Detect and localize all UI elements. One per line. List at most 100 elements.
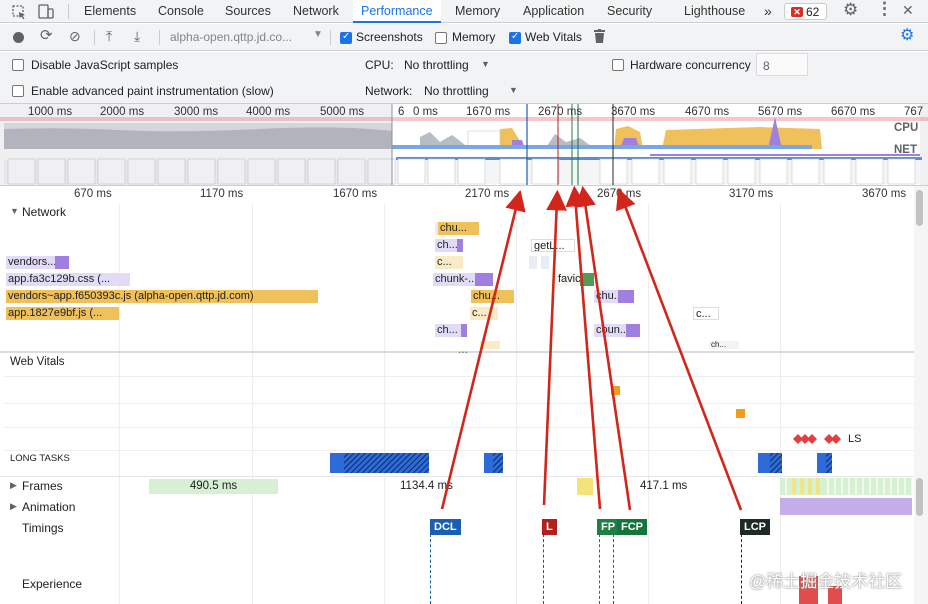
network-request[interactable]: [480, 341, 500, 349]
network-collapse-icon[interactable]: ▼: [10, 206, 19, 216]
animation-expand-icon[interactable]: ▶: [10, 501, 17, 512]
main-tick: 1670 ms: [333, 188, 378, 200]
timeline-overview[interactable]: 1000 ms 2000 ms 3000 ms 4000 ms 5000 ms …: [0, 104, 928, 186]
tab-console[interactable]: Console: [158, 0, 204, 23]
frame-time-label: 1134.4 ms: [400, 480, 453, 492]
memory-checkbox[interactable]: [435, 32, 447, 44]
tab-elements[interactable]: Elements: [84, 0, 136, 23]
scrollbar-thumb[interactable]: [916, 478, 923, 516]
network-request[interactable]: [541, 256, 549, 269]
fcp-vital-marker[interactable]: [611, 386, 620, 395]
animation-bar[interactable]: [780, 498, 912, 515]
screenshots-checkbox[interactable]: [340, 31, 352, 44]
chevron-down-icon: ▼: [481, 59, 490, 69]
tab-application[interactable]: Application: [523, 0, 584, 23]
frames-track-title: Frames: [22, 479, 63, 493]
layout-shift-markers[interactable]: [793, 432, 843, 446]
trash-icon[interactable]: [594, 29, 605, 45]
device-toolbar-icon[interactable]: [38, 4, 54, 21]
load-guide-line: [543, 534, 544, 604]
network-request[interactable]: chu...: [435, 222, 479, 235]
overview-tick: 5000 ms: [320, 106, 365, 118]
network-request[interactable]: app.1827e9bf.js (...: [6, 307, 119, 320]
error-counter[interactable]: ✕ 62: [784, 3, 827, 20]
tab-performance[interactable]: Performance: [353, 0, 441, 23]
reload-record-icon[interactable]: ⟳: [40, 28, 53, 43]
web-vitals-title: Web Vitals: [10, 356, 65, 368]
main-tick: 1170 ms: [200, 188, 244, 200]
more-options-icon[interactable]: ⋮: [876, 0, 893, 17]
animation-track-title: Animation: [22, 500, 76, 514]
network-request[interactable]: c...: [470, 307, 498, 320]
network-request[interactable]: ch...: [435, 239, 463, 252]
load-marker[interactable]: L: [542, 519, 557, 535]
disable-js-samples-checkbox[interactable]: [12, 59, 24, 71]
settings-gear-icon[interactable]: ⚙: [843, 1, 858, 18]
fp-marker[interactable]: FP: [597, 519, 620, 535]
hardware-concurrency-input[interactable]: 8: [756, 53, 808, 76]
network-request[interactable]: ch...: [435, 324, 467, 337]
frame-blocks[interactable]: [792, 478, 822, 495]
tab-lighthouse[interactable]: Lighthouse: [684, 0, 745, 23]
record-icon[interactable]: [13, 32, 24, 43]
inspect-element-icon[interactable]: [12, 5, 27, 22]
tab-network[interactable]: Network: [293, 0, 339, 23]
overview-tick: 3670 ms: [611, 106, 656, 118]
web-vitals-checkbox[interactable]: [509, 31, 521, 44]
lcp-marker[interactable]: LCP: [740, 519, 770, 535]
main-tick: 2670 ms: [597, 188, 642, 200]
tab-memory[interactable]: Memory: [455, 0, 500, 23]
splitter-handle[interactable]: ...: [458, 342, 468, 356]
main-tick: 2170 ms: [465, 188, 510, 200]
network-request[interactable]: ch...: [709, 341, 739, 349]
dcl-marker[interactable]: DCL: [430, 519, 461, 535]
network-request[interactable]: chu...: [471, 290, 514, 303]
lcp-guide-line: [741, 534, 742, 604]
track-divider: [0, 476, 914, 477]
network-request[interactable]: chu...: [594, 290, 634, 303]
upload-profile-icon[interactable]: ⤒: [106, 29, 112, 43]
advanced-paint-checkbox[interactable]: [12, 85, 24, 97]
frame-block[interactable]: 490.5 ms: [149, 479, 278, 494]
download-profile-icon[interactable]: ⤓: [134, 29, 140, 43]
frame-block[interactable]: [577, 478, 593, 495]
vitals-row-line: [4, 376, 914, 377]
cpu-track-label: CPU: [894, 122, 919, 134]
recording-select[interactable]: alpha-open.qttp.jd.co...: [170, 30, 292, 44]
overview-tick: 4670 ms: [685, 106, 730, 118]
network-request[interactable]: app.fa3c129b.css (...: [6, 273, 130, 286]
network-request[interactable]: vendors...: [6, 256, 69, 269]
network-request[interactable]: getL...: [531, 239, 575, 252]
net-track-label: NET: [894, 144, 917, 156]
scrollbar-track[interactable]: [914, 186, 928, 604]
more-tabs-button[interactable]: »: [764, 0, 772, 23]
network-request[interactable]: favic...: [556, 273, 594, 286]
cpu-throttling-select[interactable]: No throttling: [404, 58, 469, 72]
network-throttling-select[interactable]: No throttling: [424, 84, 489, 98]
overview-tick: 3000 ms: [174, 106, 219, 118]
advanced-paint-label: Enable advanced paint instrumentation (s…: [31, 84, 274, 98]
network-request[interactable]: chunk-...: [433, 273, 493, 286]
network-request[interactable]: vendors~app.f650393c.js (alpha-open.qttp…: [6, 290, 318, 303]
watermark: @稀土掘金技术社区: [749, 572, 903, 591]
error-count: 62: [806, 5, 820, 19]
main-tick: 670 ms: [74, 188, 112, 200]
capture-settings-gear-icon[interactable]: ⚙: [900, 28, 914, 44]
fcp-marker[interactable]: FCP: [617, 519, 647, 535]
hardware-concurrency-checkbox[interactable]: [612, 59, 624, 71]
chevron-down-icon[interactable]: ▼: [313, 29, 323, 40]
clear-icon[interactable]: ⊘: [69, 29, 81, 43]
vitals-row-line: [4, 403, 914, 404]
track-splitter[interactable]: [0, 351, 914, 353]
timings-track-title: Timings: [22, 521, 64, 535]
frames-expand-icon[interactable]: ▶: [10, 480, 17, 491]
network-request[interactable]: [529, 256, 537, 269]
network-request[interactable]: c...: [693, 307, 719, 320]
scrollbar-thumb[interactable]: [916, 190, 923, 226]
network-request[interactable]: coun...: [594, 324, 640, 337]
close-devtools-icon[interactable]: ✕: [902, 3, 914, 17]
tab-security[interactable]: Security: [607, 0, 652, 23]
tab-sources[interactable]: Sources: [225, 0, 271, 23]
lcp-vital-marker[interactable]: [736, 409, 745, 418]
network-request[interactable]: c...: [435, 256, 463, 269]
